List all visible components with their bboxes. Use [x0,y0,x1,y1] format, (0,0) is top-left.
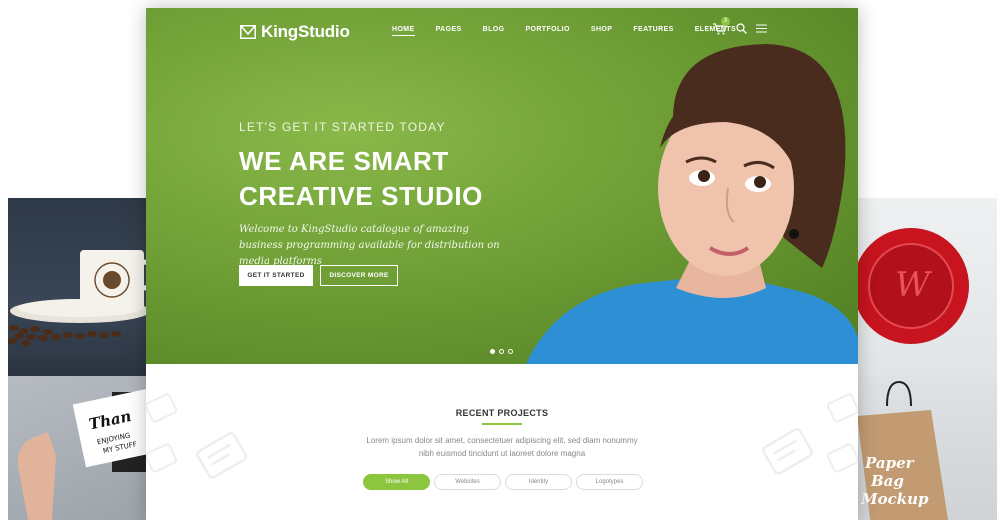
decorative-folder-icon-right [762,428,814,475]
svg-text:Paper: Paper [864,454,915,472]
filter-logotypes[interactable]: Logotypes [576,474,643,490]
hero-headline-line-2: CREATIVE STUDIO [239,181,483,211]
menu-item-home[interactable]: HOME [392,26,415,36]
menu-item-portfolio[interactable]: PORTFOLIO [525,26,569,36]
thanks-card-mockup: Than ENJOYING MY STUFF [8,376,148,520]
cart-count-badge: 3 [721,17,730,26]
brand-logo[interactable]: KingStudio [240,22,350,42]
svg-text:Bag: Bag [870,472,904,490]
hero-buttons: GET IT STARTED DISCOVER MORE [239,265,398,286]
hero-headline-line-1: WE ARE SMART [239,146,449,176]
discover-more-button[interactable]: DISCOVER MORE [320,265,398,286]
wax-seal-mockup: W [857,198,997,376]
slider-dot-3[interactable] [508,349,513,354]
hero-portrait-image [526,44,858,364]
paper-bag-mockup: Paper Bag Mockup [857,376,997,520]
project-filters: Show All Websites Identity Logotypes [363,474,643,490]
filter-show-all[interactable]: Show All [363,474,430,490]
filter-identity[interactable]: Identity [505,474,572,490]
get-started-button[interactable]: GET IT STARTED [239,265,313,286]
coffee-cup-mockup [8,198,148,376]
menu-item-blog[interactable]: BLOG [483,26,505,36]
decorative-document-icon-right [826,393,858,473]
nav-icons: 3 [713,17,767,35]
svg-text:W: W [895,265,933,305]
recent-projects-section: RECENT PROJECTS Lorem ipsum dolor sit am… [146,364,858,520]
filter-websites[interactable]: Websites [434,474,501,490]
decorative-document-icon [146,393,178,473]
slider-dot-2[interactable] [499,349,504,354]
hero-subtitle: LET'S GET IT STARTED TODAY [239,120,446,134]
menu-item-features[interactable]: FEATURES [633,26,673,36]
brand-name: KingStudio [261,22,350,41]
search-icon[interactable] [736,22,747,34]
hero-copy: LET'S GET IT STARTED TODAY WE ARE SMART … [239,120,539,270]
cart-icon[interactable]: 3 [713,17,730,35]
hamburger-menu-icon[interactable] [756,24,767,33]
website-page: KingStudio HOME PAGES BLOG PORTFOLIO SHO… [146,8,858,520]
recent-projects-text: Lorem ipsum dolor sit amet, consectetuer… [366,436,638,458]
menu-item-pages[interactable]: PAGES [436,26,462,36]
hero-section: KingStudio HOME PAGES BLOG PORTFOLIO SHO… [146,8,858,364]
menu-item-shop[interactable]: SHOP [591,26,612,36]
title-underline [482,423,522,425]
main-menu: HOME PAGES BLOG PORTFOLIO SHOP FEATURES … [392,26,757,36]
hero-description: Welcome to KingStudio catalogue of amazi… [239,224,500,267]
recent-projects-title: RECENT PROJECTS [455,408,549,418]
slider-dot-1[interactable] [490,349,495,354]
top-navigation: KingStudio HOME PAGES BLOG PORTFOLIO SHO… [146,8,858,54]
logo-mark-icon [240,25,256,39]
decorative-folder-icon [196,432,248,479]
svg-text:Mockup: Mockup [860,490,929,508]
slider-dots [490,349,513,354]
